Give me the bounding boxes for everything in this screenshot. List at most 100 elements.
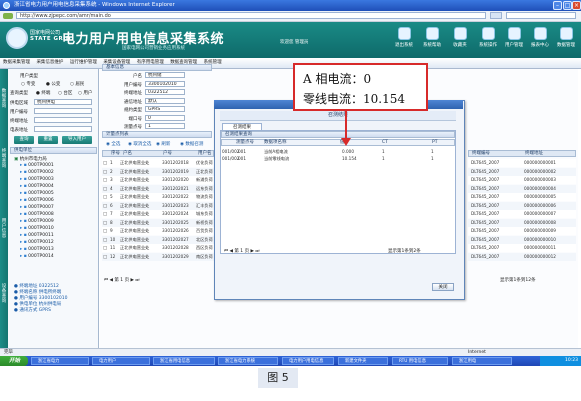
url-input[interactable]: http://www.zjpepc.com/amr/main.do <box>16 12 486 19</box>
taskbar-item[interactable]: 浙江省电力系统 <box>218 357 278 365</box>
deselect-button[interactable]: ◉ 取消全选 <box>128 141 151 147</box>
menu-item[interactable]: 运行维护管理 <box>70 60 97 65</box>
tree-item[interactable]: ▸ ▪ 000TP0007 <box>20 205 54 210</box>
row-checkbox[interactable]: □ <box>103 177 107 182</box>
vertical-tabs: 数据查询 终端查询 用户信息 设备查询 <box>0 69 8 348</box>
row-address: 000000000006 <box>524 202 556 208</box>
radio-zhuanbian[interactable]: ○ 专变 <box>21 81 35 87</box>
recall-button[interactable]: ◉ 数据召测 <box>180 141 203 147</box>
tree-item[interactable]: ▸ ▪ 000TP0005 <box>20 191 54 196</box>
import-button[interactable]: 导入用户 <box>62 136 92 144</box>
tree-item[interactable]: ▸ ▪ 000TP0008 <box>20 212 54 217</box>
minimize-icon[interactable]: – <box>553 1 562 10</box>
select-all-button[interactable]: ◉ 全选 <box>106 141 120 147</box>
radio-jumin[interactable]: ○ 居民 <box>70 81 84 87</box>
maximize-icon[interactable]: □ <box>563 1 572 10</box>
terminal-icon: ▸ ▪ <box>20 198 29 203</box>
taskbar-item[interactable]: 浙江省用电信息 <box>153 357 215 365</box>
area-input[interactable]: 杭州供电 <box>34 99 92 105</box>
row-terminal: DLT645_2007 <box>471 236 500 242</box>
row-checkbox[interactable]: □ <box>103 203 107 208</box>
vtab-query[interactable]: 数据查询 <box>1 89 7 109</box>
vtab-user[interactable]: 用户信息 <box>1 219 7 239</box>
toolbar-logout[interactable]: 退出系统 <box>392 26 416 56</box>
tree-root[interactable]: ▣ 杭州市电力局 <box>14 156 47 162</box>
row-checkbox[interactable]: □ <box>103 228 107 233</box>
back-icon[interactable] <box>3 13 13 19</box>
row-address: 000000000009 <box>524 228 556 233</box>
dialog-tab[interactable]: 召测结果 <box>222 123 262 130</box>
row-checkbox[interactable]: □ <box>103 194 107 199</box>
reset-button[interactable]: 重置 <box>38 136 58 144</box>
form-input[interactable]: 1 <box>145 123 185 129</box>
toolbar-reports[interactable]: 报表中心 <box>528 26 552 56</box>
row-terminal: DLT645_2007 <box>471 168 500 174</box>
radio-area[interactable]: ○ 台区 <box>58 90 72 96</box>
form-label: 用户编号 <box>124 82 142 88</box>
toolbar-favorites[interactable]: 收藏夹 <box>448 26 472 56</box>
go-button[interactable] <box>490 12 502 19</box>
terminal-icon: ▸ ▪ <box>20 233 29 238</box>
refresh-button[interactable]: ◉ 刷新 <box>156 141 170 147</box>
toolbar-data[interactable]: 数据管理 <box>554 26 578 56</box>
row-checkbox[interactable]: □ <box>103 220 107 225</box>
start-button[interactable]: 开始 <box>0 356 28 366</box>
toolbar-help[interactable]: 系统帮助 <box>420 26 444 56</box>
row-checkbox[interactable]: □ <box>103 160 107 165</box>
user-id-input[interactable] <box>34 108 92 114</box>
form-input[interactable]: 0 <box>145 114 185 121</box>
form-input[interactable]: 3300102010 <box>145 80 185 87</box>
row-index: 5 <box>110 194 113 199</box>
radio-terminal[interactable]: ● 终端 <box>36 90 50 96</box>
vtab-device[interactable]: 设备查询 <box>1 284 7 304</box>
row-checkbox[interactable]: □ <box>103 186 107 191</box>
vtab-terminal[interactable]: 终端查询 <box>1 149 7 169</box>
row-name: 正北供电营业处 <box>120 211 150 216</box>
radio-user[interactable]: ○ 用户 <box>78 90 92 96</box>
tree-item[interactable]: ▸ ▪ 000TP0002 <box>20 170 54 175</box>
toolbar-operation[interactable]: 系统操作 <box>476 26 500 56</box>
row-user: 西区负荷 <box>196 245 213 250</box>
right-pager: 显示第1条到12条 <box>500 278 536 283</box>
row-address: 000000000010 <box>524 236 556 242</box>
toolbar-users[interactable]: 用户管理 <box>502 26 526 56</box>
row-checkbox[interactable]: □ <box>103 211 107 216</box>
tree-item[interactable]: ▸ ▪ 000TP0013 <box>20 247 54 252</box>
query-button[interactable]: 查询 <box>14 136 34 144</box>
close-icon[interactable]: × <box>572 1 581 10</box>
tree-item-label: 000TP0004 <box>28 184 54 189</box>
taskbar-item[interactable]: 电力用户用电信息 <box>282 357 334 365</box>
menu-item[interactable]: 数据采集管理 <box>3 60 30 65</box>
terminal-addr-input[interactable] <box>34 117 92 123</box>
form-input[interactable]: 杭州储 <box>145 72 185 78</box>
taskbar-item[interactable]: 浙江省电力 <box>31 357 89 365</box>
tree-item[interactable]: ▸ ▪ 000TP0011 <box>20 233 54 238</box>
form-input[interactable]: GPRS <box>145 106 185 112</box>
tree-item-label: 000TP0014 <box>28 254 54 259</box>
taskbar-item[interactable]: 新建文件夹 <box>338 357 388 365</box>
form-input[interactable]: 0322512 <box>145 89 185 95</box>
row-checkbox[interactable]: □ <box>103 254 107 259</box>
tree-item[interactable]: ▸ ▪ 000TP0012 <box>20 240 54 245</box>
form-input[interactable]: 默认 <box>145 97 185 104</box>
form-label: 规约类型 <box>124 108 142 113</box>
menu-item[interactable]: 采集信息维护 <box>36 60 63 65</box>
tree-item[interactable]: ▸ ▪ 000TP0009 <box>20 219 54 224</box>
tree-item[interactable]: ▸ ▪ 000TP0014 <box>20 254 54 259</box>
taskbar-item[interactable]: 浙江用电 <box>452 357 512 365</box>
meter-addr-input[interactable] <box>34 126 92 132</box>
row-checkbox[interactable]: □ <box>103 169 107 174</box>
dialog-close-button[interactable]: 关闭 <box>432 283 454 291</box>
tree-item[interactable]: ▸ ▪ 000TP0006 <box>20 198 54 203</box>
tree-item-label: 000TP0003 <box>28 177 54 182</box>
tree-item[interactable]: ▸ ▪ 000TP0001 <box>20 163 54 168</box>
tree-item[interactable]: ▸ ▪ 000TP0010 <box>20 226 54 231</box>
taskbar-item[interactable]: 电力用户 <box>92 357 150 365</box>
tree-item[interactable]: ▸ ▪ 000TP0003 <box>20 177 54 182</box>
search-input[interactable] <box>506 12 576 19</box>
radio-gongbian[interactable]: ● 公变 <box>46 81 60 87</box>
tree-item[interactable]: ▸ ▪ 000TP0004 <box>20 184 54 189</box>
taskbar-item[interactable]: RTU 用电信息 <box>392 357 448 365</box>
row-checkbox[interactable]: □ <box>103 237 107 242</box>
row-checkbox[interactable]: □ <box>103 245 107 250</box>
